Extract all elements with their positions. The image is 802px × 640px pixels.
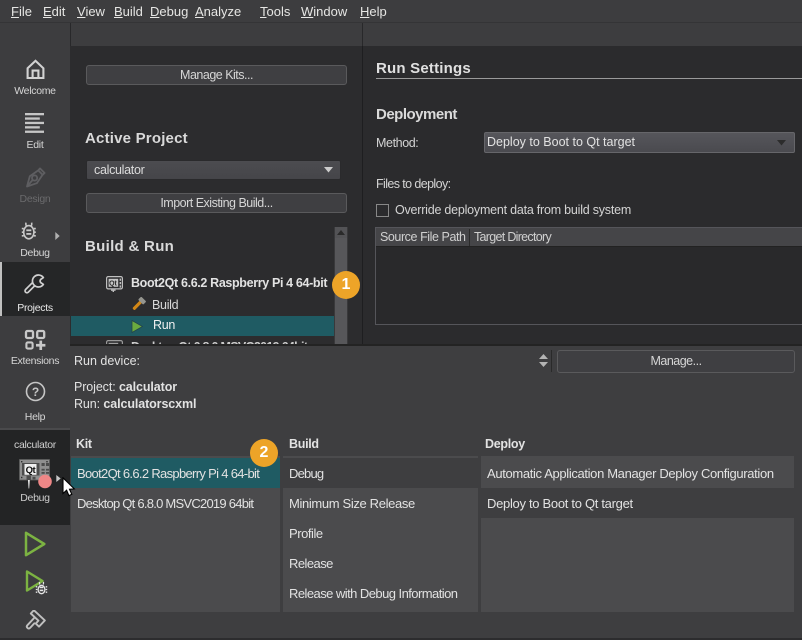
svg-text:Qt: Qt [26,465,37,476]
svg-text:Qt: Qt [109,281,117,288]
svg-text:?: ? [32,385,39,399]
